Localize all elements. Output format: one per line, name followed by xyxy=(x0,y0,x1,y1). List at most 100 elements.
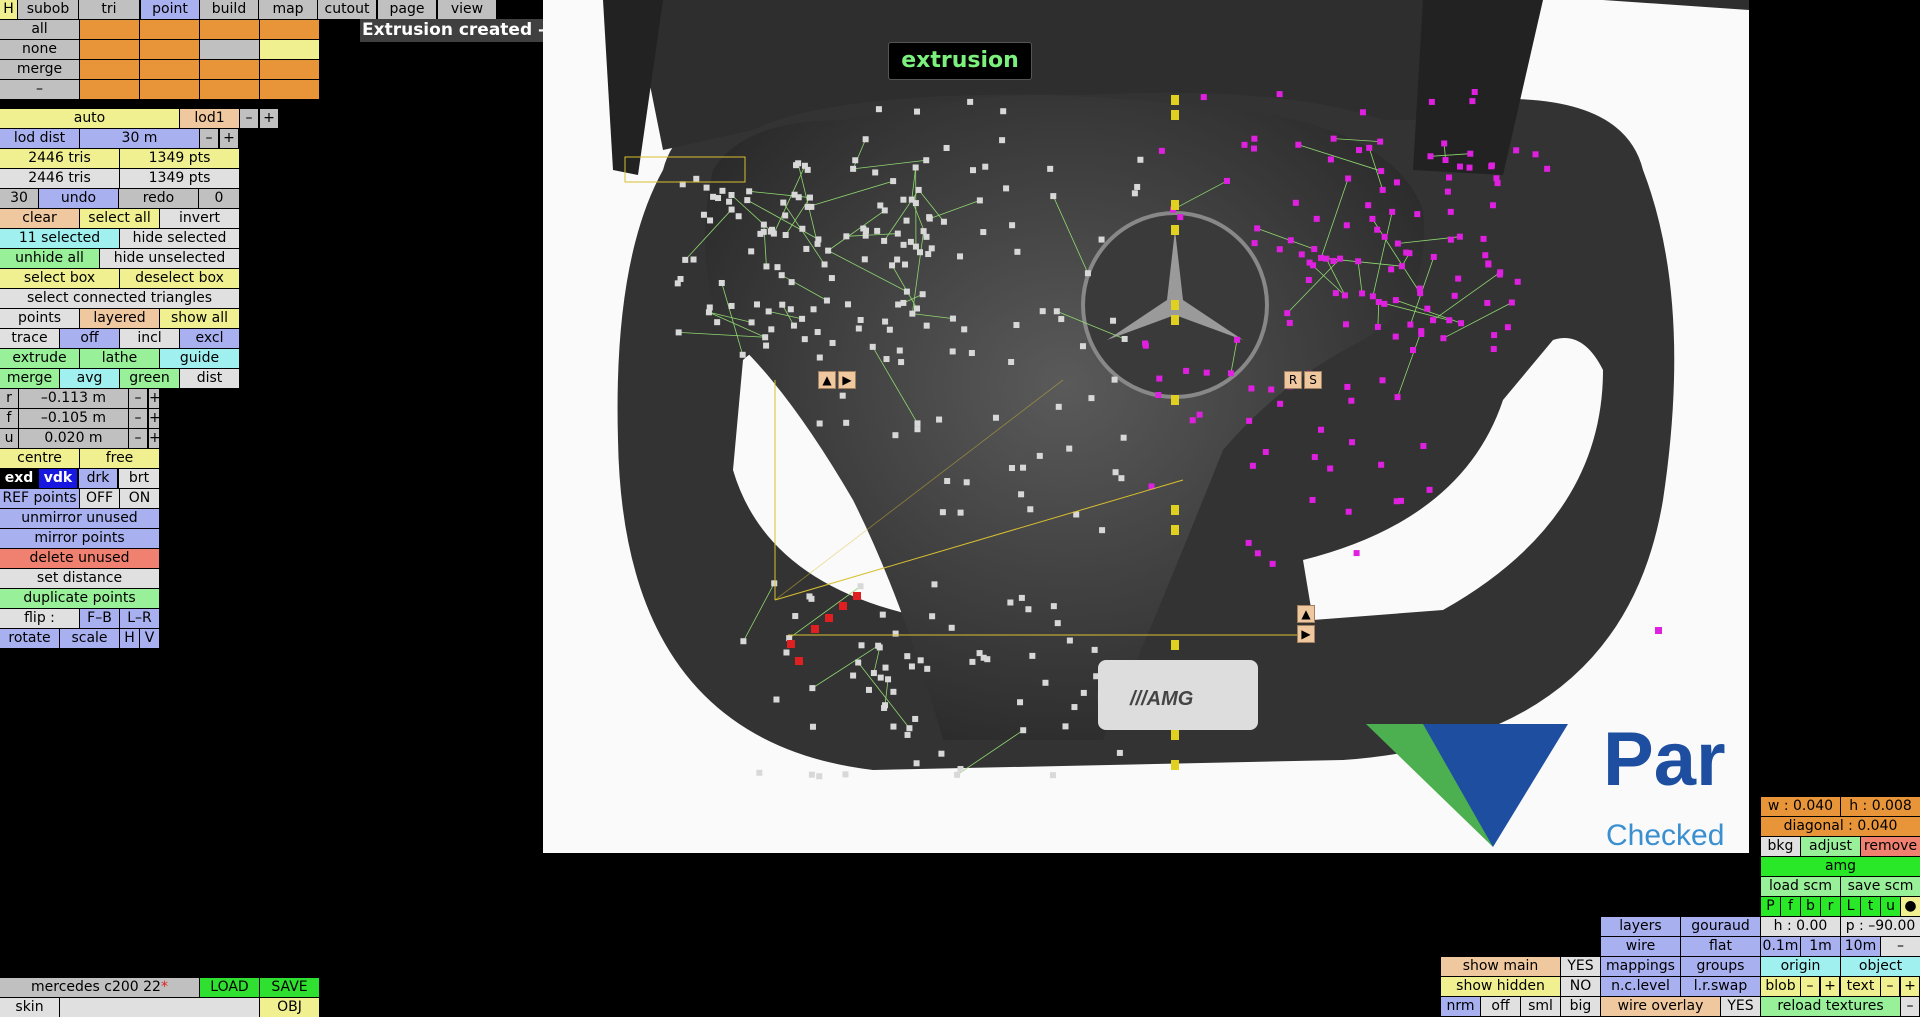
mesh-point[interactable] xyxy=(1008,358,1015,365)
mesh-point[interactable] xyxy=(1359,290,1366,297)
mesh-point[interactable] xyxy=(718,279,725,286)
mesh-point[interactable] xyxy=(1050,603,1057,610)
show-hidden-no[interactable]: NO xyxy=(1561,977,1600,996)
mesh-point[interactable] xyxy=(1276,91,1283,98)
mesh-point[interactable] xyxy=(1084,270,1091,277)
view-u[interactable]: u xyxy=(1881,897,1900,916)
mesh-point[interactable] xyxy=(1513,147,1520,154)
mesh-point[interactable] xyxy=(957,509,964,516)
mesh-point[interactable] xyxy=(903,288,910,295)
f-value[interactable]: –0.105 m xyxy=(19,409,128,428)
mesh-point[interactable] xyxy=(907,238,914,245)
view-p[interactable]: P xyxy=(1761,897,1780,916)
axis-point[interactable] xyxy=(1171,315,1179,325)
mesh-point[interactable] xyxy=(1394,394,1401,401)
mesh-point[interactable] xyxy=(771,580,778,587)
mesh-point[interactable] xyxy=(1311,454,1318,461)
mesh-point[interactable] xyxy=(1007,599,1014,606)
arrow-right-marker-2[interactable]: ▶ xyxy=(1297,625,1315,643)
mesh-point[interactable] xyxy=(1276,246,1283,253)
mesh-point[interactable] xyxy=(1403,249,1410,256)
r-label[interactable]: r xyxy=(0,389,18,408)
mesh-point[interactable] xyxy=(913,760,920,767)
step-01m[interactable]: 0.1m xyxy=(1761,937,1800,956)
mesh-point[interactable] xyxy=(1200,94,1207,101)
step-10m[interactable]: 10m xyxy=(1841,937,1880,956)
mesh-point[interactable] xyxy=(855,659,862,666)
mesh-point[interactable] xyxy=(861,256,868,263)
obj-button[interactable]: OBJ xyxy=(260,998,319,1017)
select-box-button[interactable]: select box xyxy=(0,269,119,288)
mesh-point[interactable] xyxy=(1018,491,1025,498)
bkg-button[interactable]: bkg xyxy=(1761,837,1800,856)
3d-viewport[interactable]: ///AMG Par Checked ▲ ▶ R S ▲ ▶ xyxy=(543,0,1749,853)
mesh-point[interactable] xyxy=(1394,240,1401,247)
mesh-point[interactable] xyxy=(726,198,733,205)
mesh-point[interactable] xyxy=(823,297,830,304)
invert-button[interactable]: invert xyxy=(160,209,239,228)
mesh-point[interactable] xyxy=(825,247,832,254)
mesh-point[interactable] xyxy=(1158,147,1165,154)
pts-count-2[interactable]: 1349 pts xyxy=(120,169,239,188)
mesh-point[interactable] xyxy=(984,656,991,663)
axis-point[interactable] xyxy=(1171,300,1179,310)
color-swatch-0-1[interactable] xyxy=(140,20,199,39)
mesh-point[interactable] xyxy=(1442,156,1449,163)
mesh-point[interactable] xyxy=(1430,317,1437,324)
color-swatch-3-0[interactable] xyxy=(80,80,139,99)
mesh-point[interactable] xyxy=(909,310,916,317)
blob-plus[interactable]: + xyxy=(1821,977,1839,996)
mesh-point[interactable] xyxy=(746,188,753,195)
mesh-point[interactable] xyxy=(943,144,950,151)
color-swatch-1-3[interactable] xyxy=(260,40,319,59)
lod-dist[interactable]: lod dist xyxy=(0,129,79,148)
mesh-point[interactable] xyxy=(1234,336,1241,343)
mesh-point[interactable] xyxy=(1249,462,1256,469)
mesh-point[interactable] xyxy=(968,350,975,357)
mesh-point[interactable] xyxy=(705,309,712,316)
mesh-point[interactable] xyxy=(1020,727,1027,734)
mesh-point[interactable] xyxy=(928,245,935,252)
mesh-point[interactable] xyxy=(1246,417,1253,424)
deselect-box-button[interactable]: deselect box xyxy=(120,269,239,288)
flip-label[interactable]: flip : xyxy=(0,609,79,628)
mesh-point[interactable] xyxy=(949,315,956,322)
mesh-point[interactable] xyxy=(814,329,821,336)
merge-button[interactable]: merge xyxy=(0,369,59,388)
select-connected-button[interactable]: select connected triangles xyxy=(0,289,239,308)
mesh-point[interactable] xyxy=(1000,108,1007,115)
mesh-point[interactable] xyxy=(1227,370,1234,377)
mesh-point[interactable] xyxy=(1332,290,1339,297)
view-l[interactable]: L xyxy=(1841,897,1860,916)
mesh-point[interactable] xyxy=(1131,190,1138,197)
mesh-point[interactable] xyxy=(982,163,989,170)
mesh-point[interactable] xyxy=(693,175,700,182)
text-plus[interactable]: + xyxy=(1901,977,1919,996)
nc-level-button[interactable]: n.c.level xyxy=(1601,977,1680,996)
mesh-point[interactable] xyxy=(1298,251,1305,258)
arrow-up-marker[interactable]: ▲ xyxy=(818,371,836,389)
mesh-point[interactable] xyxy=(739,351,746,358)
mesh-point[interactable] xyxy=(1003,185,1010,192)
mesh-point[interactable] xyxy=(1456,163,1463,170)
mesh-point[interactable] xyxy=(850,165,857,172)
tab-subob[interactable]: subob xyxy=(18,0,78,19)
mesh-point[interactable] xyxy=(1111,376,1118,383)
axis-point[interactable] xyxy=(1171,225,1179,235)
color-swatch-3-3[interactable] xyxy=(260,80,319,99)
mesh-point[interactable] xyxy=(885,676,892,683)
mesh-point[interactable] xyxy=(1027,506,1034,513)
lod-dist-plus[interactable]: + xyxy=(220,129,238,148)
mesh-point[interactable] xyxy=(898,359,905,366)
axis-point[interactable] xyxy=(1171,525,1179,535)
mesh-point[interactable] xyxy=(1532,151,1539,158)
off-button[interactable]: off xyxy=(1481,997,1520,1016)
mesh-point[interactable] xyxy=(1121,335,1128,342)
mesh-point[interactable] xyxy=(1451,292,1458,299)
mesh-point[interactable] xyxy=(682,256,689,263)
flip-fb[interactable]: F–B xyxy=(80,609,119,628)
mesh-point[interactable] xyxy=(788,279,795,286)
mesh-point[interactable] xyxy=(1393,498,1400,505)
mesh-point[interactable] xyxy=(1427,153,1434,160)
mesh-point[interactable] xyxy=(1353,550,1360,557)
